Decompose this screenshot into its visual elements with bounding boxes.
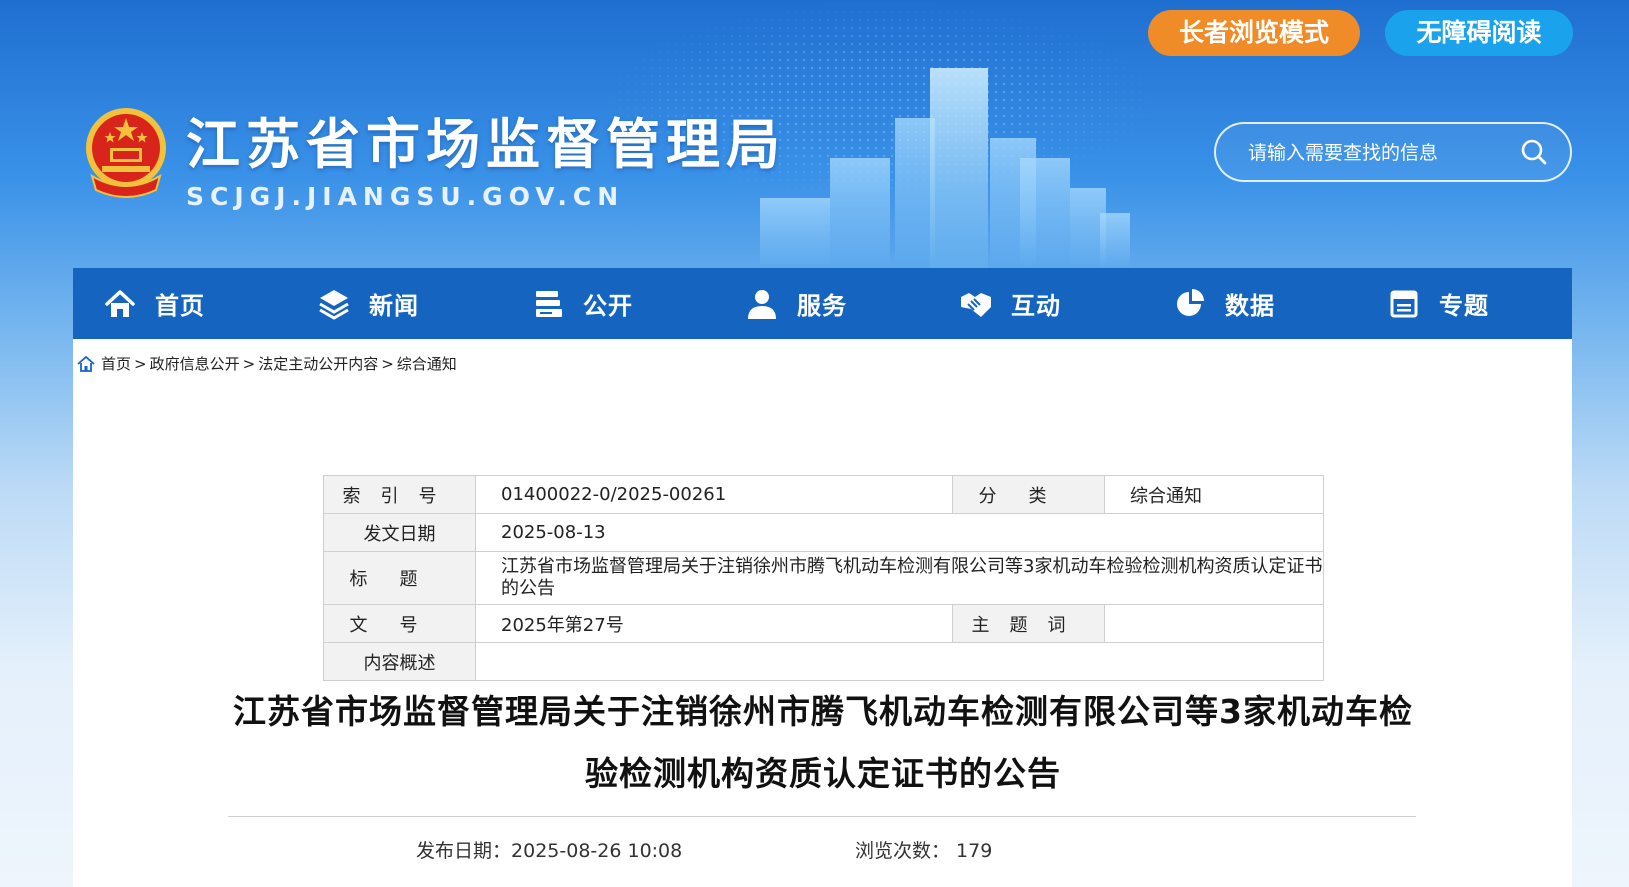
index-value: 01400022-0/2025-00261 bbox=[475, 475, 953, 514]
nav-item-topics[interactable]: 专题 bbox=[1357, 268, 1571, 339]
search-input[interactable] bbox=[1246, 136, 1520, 170]
search-icon[interactable] bbox=[1520, 138, 1548, 166]
nav-item-label: 服务 bbox=[797, 292, 847, 320]
elder-mode-button[interactable]: 长者浏览模式 bbox=[1148, 10, 1360, 56]
window-icon bbox=[1390, 290, 1418, 317]
nav-item-label: 数据 bbox=[1225, 292, 1275, 320]
title-value: 江苏省市场监督管理局关于注销徐州市腾飞机动车检测有限公司等3家机动车检验检测机构… bbox=[475, 551, 1324, 605]
category-label: 分类 bbox=[952, 475, 1105, 514]
summary-label: 内容概述 bbox=[323, 642, 476, 681]
nav-item-data[interactable]: 数据 bbox=[1143, 268, 1357, 339]
home-icon bbox=[105, 289, 135, 317]
nav-item-label: 首页 bbox=[155, 292, 205, 320]
documents-icon bbox=[536, 290, 562, 317]
nav-item-label: 新闻 bbox=[369, 292, 419, 320]
publish-date-label: 发布日期： bbox=[416, 840, 512, 862]
nav-item-label: 专题 bbox=[1439, 292, 1489, 320]
main-content: 首页 > 政府信息公开 > 法定主动公开内容 > 综合通知 索引号 014000… bbox=[73, 339, 1572, 887]
breadcrumb-link[interactable]: 首页 bbox=[101, 353, 131, 374]
docno-label: 文号 bbox=[323, 604, 476, 643]
nav-item-label: 公开 bbox=[583, 292, 633, 320]
table-row: 文号 2025年第27号 主题词 bbox=[323, 604, 1324, 643]
publish-date-value: 2025-08-26 10:08 bbox=[511, 840, 683, 862]
site-title: 江苏省市场监督管理局 bbox=[186, 113, 786, 176]
nav-item-label: 互动 bbox=[1011, 292, 1061, 320]
index-label: 索引号 bbox=[323, 475, 476, 514]
article-title: 江苏省市场监督管理局关于注销徐州市腾飞机动车检测有限公司等3家机动车检 验检测机… bbox=[223, 681, 1423, 805]
table-row: 索引号 01400022-0/2025-00261 分类 综合通知 bbox=[323, 475, 1324, 514]
handshake-icon bbox=[961, 292, 991, 317]
title-label: 标题 bbox=[323, 551, 476, 605]
layers-icon bbox=[319, 289, 349, 320]
view-count-label: 浏览次数： bbox=[855, 840, 951, 862]
breadcrumb: 首页 > 政府信息公开 > 法定主动公开内容 > 综合通知 bbox=[77, 353, 457, 374]
category-value: 综合通知 bbox=[1104, 475, 1324, 514]
view-count: 浏览次数： 179 bbox=[855, 836, 992, 863]
user-icon bbox=[748, 289, 776, 319]
nav-item-home[interactable]: 首页 bbox=[73, 268, 287, 339]
issue-date-label: 发文日期 bbox=[323, 513, 476, 552]
breadcrumb-separator: > bbox=[381, 354, 394, 373]
breadcrumb-separator: > bbox=[242, 354, 256, 373]
national-emblem-icon bbox=[86, 108, 166, 198]
keywords-value bbox=[1104, 604, 1324, 643]
keywords-label: 主题词 bbox=[952, 604, 1105, 643]
accessible-reading-button[interactable]: 无障碍阅读 bbox=[1385, 10, 1573, 56]
breadcrumb-home-icon bbox=[77, 355, 95, 372]
site-domain: SCJGJ.JIANGSU.GOV.CN bbox=[186, 182, 625, 211]
table-row: 发文日期 2025-08-13 bbox=[323, 513, 1324, 552]
summary-value bbox=[475, 642, 1324, 681]
breadcrumb-separator: > bbox=[134, 354, 147, 373]
article-title-line: 验检测机构资质认定证书的公告 bbox=[585, 754, 1061, 793]
view-count-value: 179 bbox=[956, 840, 993, 862]
article-title-line: 江苏省市场监督管理局关于注销徐州市腾飞机动车检测有限公司等3家机动车检 bbox=[233, 692, 1413, 731]
search-box bbox=[1214, 122, 1572, 182]
main-nav: 首页 新闻 公开 服务 互动 数据 专题 bbox=[73, 268, 1572, 339]
breadcrumb-link[interactable]: 综合通知 bbox=[397, 353, 457, 374]
issue-date-value: 2025-08-13 bbox=[475, 513, 1324, 552]
pie-chart-icon bbox=[1177, 288, 1204, 316]
table-row: 内容概述 bbox=[323, 642, 1324, 681]
breadcrumb-link[interactable]: 法定主动公开内容 bbox=[258, 353, 378, 374]
nav-item-news[interactable]: 新闻 bbox=[287, 268, 501, 339]
nav-item-interaction[interactable]: 互动 bbox=[929, 268, 1143, 339]
publish-date: 发布日期：2025-08-26 10:08 bbox=[416, 836, 682, 863]
table-row: 标题 江苏省市场监督管理局关于注销徐州市腾飞机动车检测有限公司等3家机动车检验检… bbox=[323, 551, 1324, 605]
nav-item-service[interactable]: 服务 bbox=[715, 268, 929, 339]
nav-item-open[interactable]: 公开 bbox=[501, 268, 715, 339]
docno-value: 2025年第27号 bbox=[475, 604, 953, 643]
divider bbox=[228, 816, 1416, 817]
breadcrumb-link[interactable]: 政府信息公开 bbox=[150, 353, 240, 374]
document-metadata-table: 索引号 01400022-0/2025-00261 分类 综合通知 发文日期 2… bbox=[323, 475, 1324, 681]
site-header: 江苏省市场监督管理局 SCJGJ.JIANGSU.GOV.CN 长者浏览模式 无… bbox=[0, 0, 1629, 268]
